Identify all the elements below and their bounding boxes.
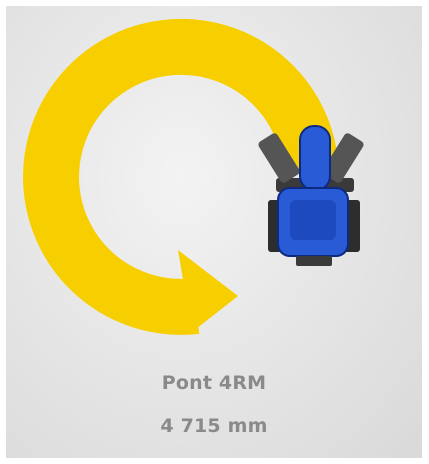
turning-radius-value: 4 715 mm — [160, 415, 268, 437]
turning-arrow-icon — [23, 18, 339, 335]
turning-radius-panel: Pont 4RM 4 715 mm — [6, 6, 422, 458]
tractor-icon — [258, 125, 364, 266]
axle-type-label: Pont 4RM — [161, 372, 267, 394]
